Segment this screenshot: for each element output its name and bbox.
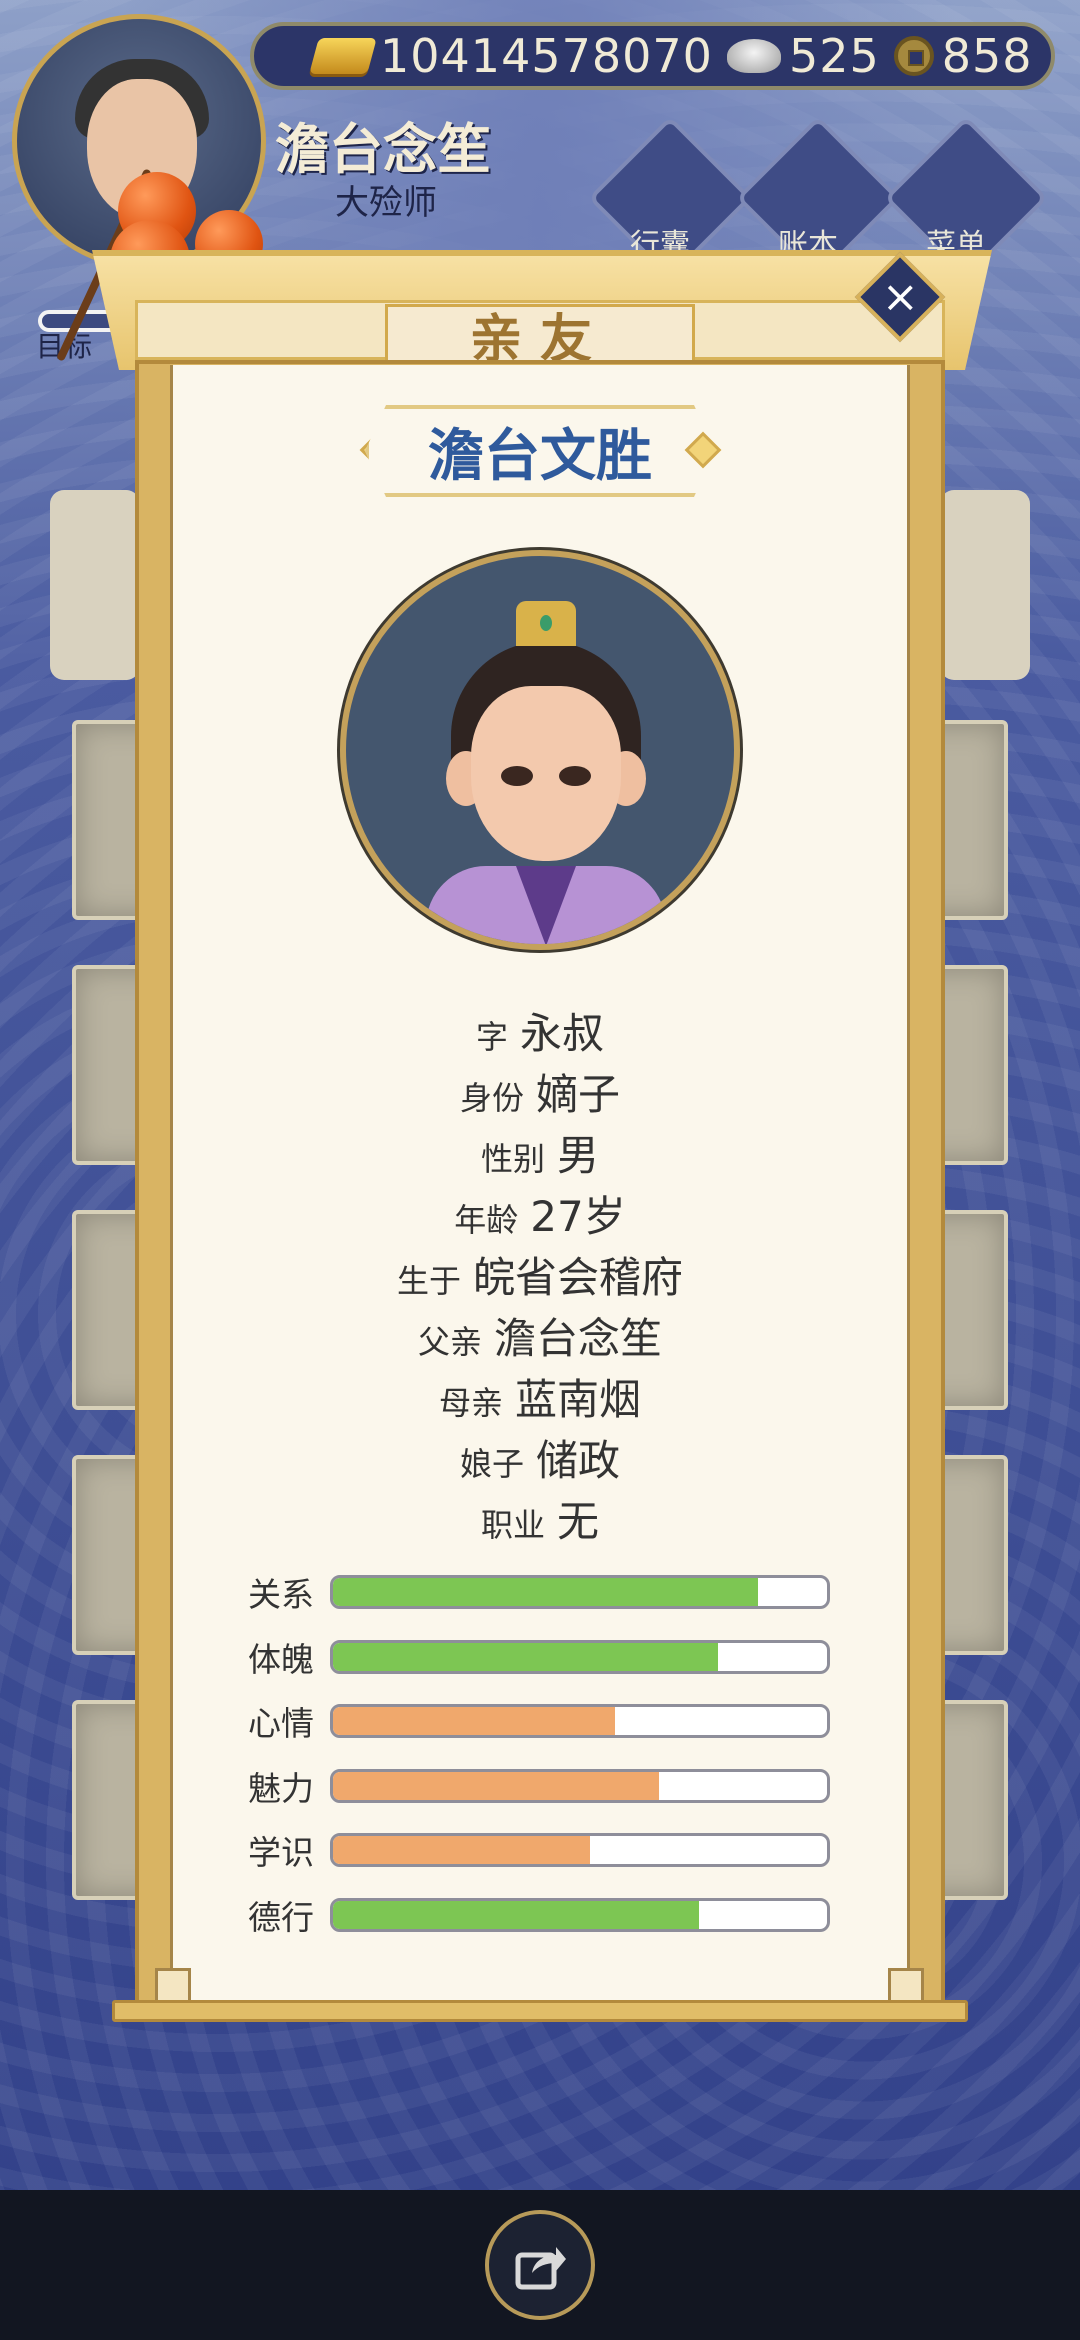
stat-bar [330,1704,830,1739]
info-row-status: 身份 嫡子 [170,1061,910,1122]
stat-fill [333,1836,590,1865]
stat-fill [333,1642,719,1671]
stat-bar [330,1833,830,1868]
character-name-plate: 澹台文胜 [365,405,715,497]
info-row-occupation: 职业 无 [170,1488,910,1549]
player-name: 澹台念笙 [275,117,491,181]
silver-ingot-icon [726,39,781,73]
stat-row-virtue: 德行 [248,1883,838,1948]
info-row-mother: 母亲 蓝南烟 [170,1366,910,1427]
stat-bar [330,1575,830,1610]
portrait-eye [559,766,591,786]
info-row-father: 父亲 澹台念笙 [170,1305,910,1366]
stat-bar [330,1897,830,1932]
stat-label: 德行 [248,1897,314,1937]
stat-row-physique: 体魄 [248,1625,838,1690]
info-value: 皖省会稽府 [473,1253,684,1302]
info-row-wife: 娘子 储政 [170,1427,910,1488]
portrait-face [471,686,621,861]
character-portrait [340,550,740,950]
stat-label: 学识 [248,1833,314,1873]
copper-coin-icon [893,36,934,76]
stat-list: 关系 体魄 心情 魅力 学识 德行 [248,1560,838,1947]
info-value: 嫡子 [536,1070,621,1119]
info-row-courtesy-name: 字 永叔 [170,1000,910,1061]
info-label: 字 [475,1018,508,1056]
portrait-robe [426,866,666,944]
gold-ingot-icon [309,38,377,74]
frame-corner [888,1968,924,2004]
close-icon: × [881,271,919,322]
info-label: 母亲 [438,1384,503,1422]
character-name: 澹台文胜 [428,422,652,489]
stat-fill [333,1578,758,1607]
info-label: 父亲 [417,1323,482,1361]
stat-row-mood: 心情 [248,1689,838,1754]
info-value: 澹台念笙 [494,1314,663,1363]
stat-bar [330,1768,830,1803]
info-label: 娘子 [459,1445,524,1483]
share-button[interactable] [485,2210,595,2320]
info-label: 生于 [396,1262,461,1300]
copper-amount: 858 [941,29,1033,83]
info-value: 蓝南烟 [515,1375,642,1424]
stat-fill [333,1707,615,1736]
stat-label: 魅力 [248,1768,314,1808]
info-value: 27岁 [530,1192,626,1241]
silver-currency: 525 [726,29,880,83]
frame-corner [155,1968,191,2004]
gold-currency: 10414578070 [309,29,713,83]
info-value: 男 [557,1131,600,1180]
info-label: 身份 [459,1079,524,1117]
info-row-gender: 性别 男 [170,1122,910,1183]
stat-label: 心情 [248,1704,314,1744]
background-panel [50,490,140,680]
copper-currency: 858 [893,29,1033,83]
info-label: 职业 [480,1506,545,1544]
info-value: 无 [557,1497,600,1546]
info-value: 储政 [536,1436,621,1485]
stat-fill [333,1771,660,1800]
info-label: 年龄 [454,1201,519,1239]
stat-bar [330,1639,830,1674]
portrait-crown [516,601,576,646]
character-info-list: 字 永叔 身份 嫡子 性别 男 年龄 27岁 生于 皖省会稽府 父亲 澹台念笙 … [170,1000,910,1549]
portrait-eye [501,766,533,786]
modal-base [112,2000,968,2022]
stat-label: 体魄 [248,1639,314,1679]
stat-fill [333,1900,699,1929]
silver-amount: 525 [788,29,880,83]
stat-label: 关系 [248,1575,314,1615]
stat-row-relationship: 关系 [248,1560,838,1625]
stat-row-knowledge: 学识 [248,1818,838,1883]
gold-amount: 10414578070 [380,29,713,83]
modal-title-box: 亲友 [385,304,695,370]
currency-bar: 10414578070 525 858 [250,22,1055,90]
share-icon [515,2247,566,2290]
player-title: 大殓师 [335,183,437,223]
info-value: 永叔 [520,1009,605,1058]
info-row-birthplace: 生于 皖省会稽府 [170,1244,910,1305]
info-label: 性别 [480,1140,545,1178]
stat-row-charm: 魅力 [248,1754,838,1819]
background-panel [940,490,1030,680]
info-row-age: 年龄 27岁 [170,1183,910,1244]
